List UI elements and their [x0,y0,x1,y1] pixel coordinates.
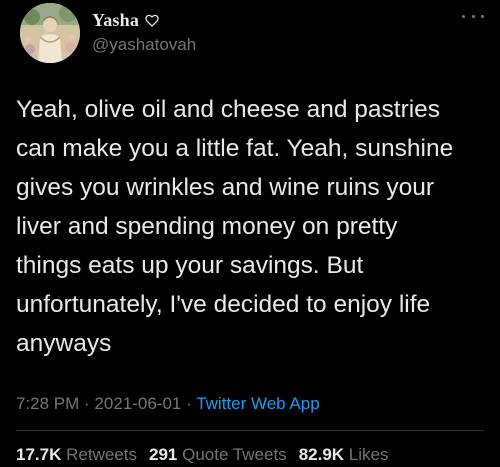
tweet-stats: 17.7K Retweets 291 Quote Tweets 82.9K Like… [16,445,388,465]
tweet-text: Yeah, olive oil and cheese and pastries … [16,96,454,357]
divider [16,430,484,431]
retweets-label: Retweets [66,445,137,464]
quotes-stat[interactable]: 291 Quote Tweets [149,445,287,464]
quotes-count: 291 [148,445,178,464]
tweet-source-link[interactable]: Twitter Web App [196,394,319,413]
avatar-painting-icon [20,3,80,63]
tweet-meta: 7:28 PM · 2021-06-01 · Twitter Web App [16,394,320,414]
tweet-card: Yasha @yashatovah Yeah, olive oil and ch… [0,0,500,467]
quotes-label: Quote Tweets [182,445,287,464]
likes-label: Likes [348,445,389,464]
retweets-stat[interactable]: 17.7K Retweets [16,445,137,464]
retweets-count: 17.7K [16,445,62,464]
meta-separator: · [79,394,95,413]
avatar[interactable] [20,3,80,63]
likes-stat[interactable]: 82.9K Likes [299,445,389,464]
tweet-time[interactable]: 7:28 PM [16,394,79,413]
more-options-icon[interactable] [462,10,484,22]
heart-outline-icon [145,14,159,27]
likes-count: 82.9K [298,445,345,464]
author-handle[interactable]: @yashatovah [92,35,196,55]
meta-separator: · [181,394,197,413]
author-name-row: Yasha [92,10,159,31]
tweet-date[interactable]: 2021-06-01 [94,394,181,413]
author-display-name[interactable]: Yasha [92,10,139,31]
